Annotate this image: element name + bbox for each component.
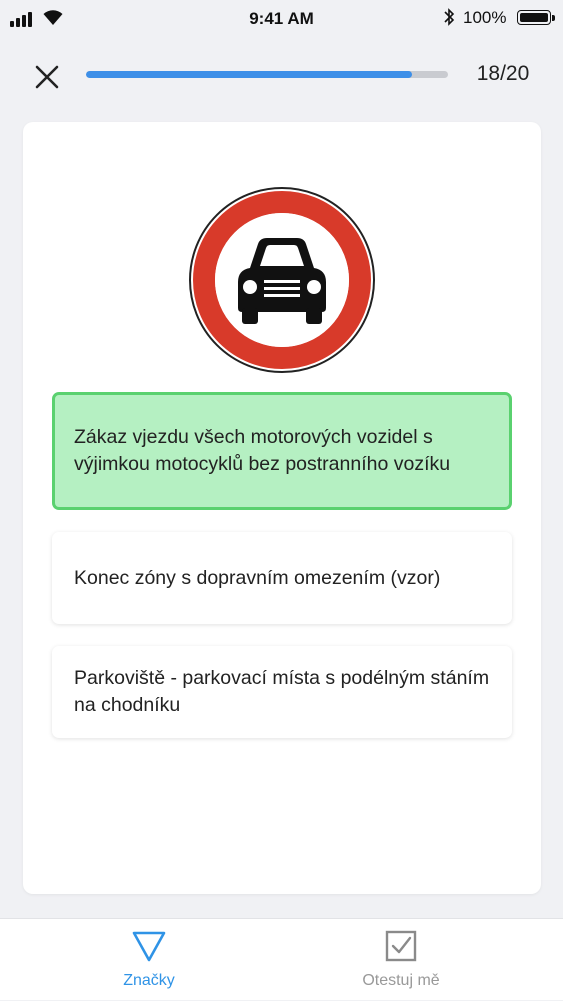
answer-option-3-text: Parkoviště - parkovací místa s podélným … (74, 667, 490, 716)
triangle-icon (132, 931, 166, 962)
question-card: Zákaz vjezdu všech motorových vozidel s … (23, 122, 541, 894)
answer-option-2-text: Konec zóny s dopravním omezením (vzor) (74, 566, 441, 589)
close-button[interactable] (30, 60, 64, 94)
progress-bar (86, 71, 448, 78)
answer-option-1-text: Zákaz vjezdu všech motorových vozidel s … (74, 426, 451, 475)
progress-fill (86, 71, 412, 78)
battery-icon (517, 10, 555, 25)
tab-bar: Značky Otestuj mě (0, 918, 563, 1000)
quiz-header: 18/20 (0, 40, 563, 110)
tab-znacky-label: Značky (123, 972, 175, 989)
status-bar: 9:41 AM 100% (0, 0, 563, 36)
answer-option-1[interactable]: Zákaz vjezdu všech motorových vozidel s … (52, 392, 512, 510)
checkbox-icon (385, 930, 417, 962)
progress-counter: 18/20 (476, 62, 530, 85)
close-icon (35, 65, 59, 89)
tab-otestuj-me[interactable]: Otestuj mě (260, 919, 542, 1001)
answer-option-2[interactable]: Konec zóny s dopravním omezením (vzor) (52, 532, 512, 624)
answer-option-3[interactable]: Parkoviště - parkovací místa s podélným … (52, 646, 512, 738)
battery-percentage: 100% (463, 8, 507, 27)
bluetooth-icon (444, 8, 455, 26)
no-motor-vehicles-sign-icon (189, 187, 375, 373)
tab-znacky[interactable]: Značky (8, 919, 290, 1001)
tab-otestuj-me-label: Otestuj mě (362, 972, 440, 989)
